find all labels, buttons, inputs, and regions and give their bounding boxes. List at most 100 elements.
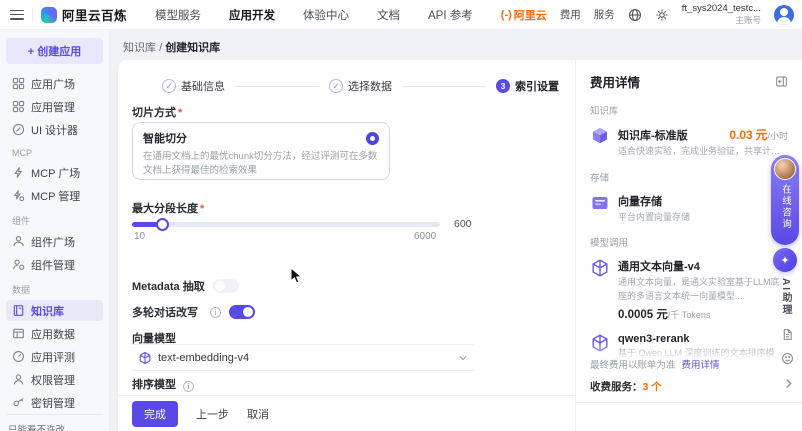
form-footer: 完成 上一步 取消 [118, 395, 575, 431]
account-name: ft_sys2024_testc... [682, 3, 761, 15]
slider-handle[interactable] [156, 218, 169, 231]
ai-assistant-icon[interactable]: ✦ [773, 248, 797, 272]
nav-api-ref[interactable]: API 参考 [428, 7, 473, 23]
breadcrumb-current: 创建知识库 [165, 42, 220, 54]
multiturn-rewrite-row: 多轮对话改写 i [132, 304, 255, 320]
panel-collapse-icon[interactable] [775, 75, 788, 88]
metadata-extract-toggle[interactable] [213, 279, 239, 293]
embedding-model-select[interactable]: text-embedding-v4 [132, 344, 474, 371]
cost-item-price: 0.0005 元/千 Tokens [618, 306, 788, 322]
gauge-icon [12, 350, 25, 363]
user-avatar[interactable] [774, 5, 794, 25]
globe-icon[interactable] [628, 8, 642, 22]
document-icon[interactable] [781, 328, 794, 341]
sidebar-group-data: 数据 [6, 276, 103, 299]
smart-chunk-title: 智能切分 [143, 130, 187, 146]
step-connector [235, 86, 319, 87]
cost-item-title: 知识库-标准版 [618, 127, 688, 143]
sidebar-item-component-market[interactable]: 组件广场 [6, 231, 103, 252]
key-icon [12, 396, 25, 409]
step-done-icon: ✓ [329, 79, 343, 93]
sidebar-footer: 只能看不许改，这... ∧ [6, 414, 103, 431]
cost-section-storage: 存储 [590, 170, 788, 184]
nav-experience[interactable]: 体验中心 [303, 7, 349, 23]
service-link[interactable]: 服务 [594, 7, 615, 22]
cost-item-title: 通用文本向量-v4 [618, 258, 700, 274]
cancel-button[interactable]: 取消 [247, 406, 269, 422]
aliyun-logo[interactable]: (-) 阿里云 [501, 7, 547, 23]
sidebar-item-app-data[interactable]: 应用数据 [6, 323, 103, 344]
app-window: 阿里云百炼 模型服务 应用开发 体验中心 文档 API 参考 (-) 阿里云 费… [0, 0, 802, 431]
multiturn-rewrite-label: 多轮对话改写 [132, 304, 198, 320]
nav-docs[interactable]: 文档 [377, 7, 400, 23]
sidebar-group-mcp: MCP [6, 141, 103, 161]
cost-detail-panel: 费用详情 知识库 知识库-标准版 0.03 元/小时 适合快速实验，完成业务验证… [575, 60, 802, 431]
index-settings-form: ✓ 基础信息 ✓ 选择数据 3 索引设置 切片方式* [118, 60, 575, 431]
smart-chunk-option-card[interactable]: 智能切分 在通用文档上的最优chunk切分方法，经过评测可在多数文档上获得最佳的… [132, 122, 390, 180]
settings-gear-icon[interactable] [655, 8, 669, 22]
sidebar-item-permission[interactable]: 权限管理 [6, 369, 103, 390]
cost-panel-footer: 最终费用以账单为准费用详情 收费服务：3 个 [576, 345, 802, 403]
billing-link[interactable]: 费用 [560, 7, 581, 22]
info-icon[interactable]: i [210, 307, 221, 318]
slider-min: 10 [134, 231, 145, 242]
chevron-down-icon [458, 353, 468, 363]
component-icon [12, 235, 25, 248]
sidebar-item-app-market[interactable]: 应用广场 [6, 73, 103, 94]
cost-item-title: 向量存储 [618, 193, 662, 209]
sidebar-item-knowledge-base[interactable]: 知识库 [6, 300, 103, 321]
sidebar-item-mcp-market[interactable]: MCP 广场 [6, 162, 103, 183]
brand-title: 阿里云百炼 [62, 5, 127, 24]
prev-step-button[interactable]: 上一步 [196, 406, 229, 422]
radio-selected-icon[interactable] [366, 132, 379, 145]
info-icon[interactable]: i [183, 381, 194, 392]
account-type: 主账号 [682, 15, 761, 26]
sidebar-item-app-manage[interactable]: 应用管理 [6, 96, 103, 117]
cost-detail-link[interactable]: 费用详情 [682, 360, 720, 371]
ai-assistant-label[interactable]: AI助理 [778, 278, 793, 316]
max-segment-label: 最大分段长度* [132, 200, 204, 216]
hamburger-menu-icon[interactable] [10, 10, 24, 20]
online-chat-widget[interactable]: 在线咨询 [771, 155, 799, 245]
sidebar-item-ui-designer[interactable]: UI 设计器 [6, 119, 103, 140]
cost-panel-title: 费用详情 [590, 72, 640, 91]
chevron-right-icon[interactable] [783, 378, 794, 389]
create-kb-card: ✓ 基础信息 ✓ 选择数据 3 索引设置 切片方式* [118, 60, 802, 431]
step-connector [402, 86, 486, 87]
sidebar-item-key-manage[interactable]: 密钥管理 [6, 392, 103, 413]
max-segment-slider-row: 600 [132, 218, 472, 230]
bailian-logo-icon[interactable] [41, 7, 57, 23]
rank-model-label: 排序模型 i [132, 376, 194, 392]
cost-item-text-embedding: 通用文本向量-v4 通用文本向量，是通义实验室基于LLM底座的多语言文本统一向量… [590, 258, 788, 322]
person-icon [12, 373, 25, 386]
feedback-smiley-icon[interactable] [781, 352, 794, 365]
sidebar-item-component-manage[interactable]: 组件管理 [6, 254, 103, 275]
cost-section-model: 模型调用 [590, 235, 788, 249]
cost-item-desc: 通用文本向量，是通义实验室基于LLM底座的多语言文本统一向量模型... [618, 276, 788, 303]
lightning-icon [12, 166, 25, 179]
component-gear-icon [12, 258, 25, 271]
multiturn-rewrite-toggle[interactable] [229, 305, 255, 319]
account-menu[interactable]: ft_sys2024_testc... 主账号 [682, 3, 761, 26]
breadcrumb: 知识库 / 创建知识库 [123, 39, 220, 55]
sidebar-item-mcp-manage[interactable]: MCP 管理 [6, 185, 103, 206]
slider-value: 600 [454, 218, 472, 230]
storage-icon [590, 193, 610, 213]
cost-item-title: qwen3-rerank [618, 333, 690, 345]
sidebar-group-component: 组件 [6, 207, 103, 230]
nav-model-service[interactable]: 模型服务 [155, 7, 201, 23]
step-number-icon: 3 [496, 79, 510, 93]
agent-avatar [774, 158, 796, 180]
stepper: ✓ 基础信息 ✓ 选择数据 3 索引设置 [162, 78, 559, 94]
book-icon [12, 304, 25, 317]
smart-chunk-desc: 在通用文档上的最优chunk切分方法，经过评测可在多数文档上获得最佳的检索效果 [143, 150, 379, 178]
sidebar-item-app-eval[interactable]: 应用评测 [6, 346, 103, 367]
finish-button[interactable]: 完成 [132, 401, 178, 427]
create-app-button[interactable]: + 创建应用 [6, 38, 103, 64]
breadcrumb-parent[interactable]: 知识库 [123, 42, 156, 54]
charged-services: 收费服务：3 个 [590, 379, 788, 394]
slider-max: 6000 [414, 231, 436, 242]
nav-app-dev[interactable]: 应用开发 [229, 7, 275, 23]
slider-track[interactable] [132, 222, 440, 227]
cost-footer-note: 最终费用以账单为准 [590, 360, 676, 371]
